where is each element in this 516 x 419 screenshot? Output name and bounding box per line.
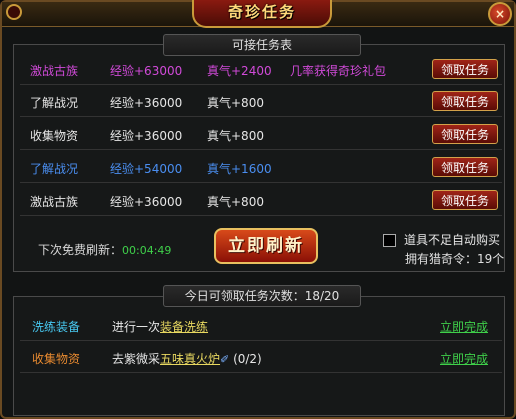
daily-task-name: 洗练装备 xyxy=(32,320,81,334)
daily-task-progress: (0/2) xyxy=(229,352,262,366)
free-refresh-timer: 下次免费刷新：00:04:49 xyxy=(38,241,171,258)
task-name: 激战古族 xyxy=(30,195,79,209)
accept-task-button[interactable]: 领取任务 xyxy=(432,190,498,210)
task-name: 收集物资 xyxy=(30,129,79,143)
free-refresh-label: 下次免费刷新： xyxy=(38,243,123,257)
autobuy-label: 道具不足自动购买 xyxy=(404,233,501,247)
task-name: 了解战况 xyxy=(30,162,79,176)
daily-task-desc-prefix: 进行一次 xyxy=(112,320,161,334)
daily-task-desc: 进行一次装备洗练 xyxy=(112,318,208,335)
daily-task-desc-prefix: 去紫微采 xyxy=(112,352,161,366)
task-row: 收集物资 经验+36000 真气+800 领取任务 xyxy=(20,120,502,150)
accept-task-button[interactable]: 领取任务 xyxy=(432,59,498,79)
task-row: 了解战况 经验+36000 真气+800 领取任务 xyxy=(20,87,502,117)
task-name: 激战古族 xyxy=(30,64,79,78)
title-bar: 奇珍任务 × xyxy=(2,0,514,28)
task-exp-reward: 经验+36000 xyxy=(110,129,183,143)
daily-task-name: 收集物资 xyxy=(32,352,81,366)
task-exp-reward: 经验+54000 xyxy=(110,162,183,176)
daily-task-row: 收集物资 去紫微采五味真火炉✐ (0/2) 立即完成 xyxy=(20,343,502,373)
accept-task-button[interactable]: 领取任务 xyxy=(432,91,498,111)
daily-task-header: 今日可领取任务次数：18/20 xyxy=(163,285,361,307)
task-exp-reward: 经验+63000 xyxy=(110,64,183,78)
task-qi-reward: 真气+800 xyxy=(207,96,264,110)
free-refresh-countdown: 00:04:49 xyxy=(122,244,172,257)
task-qi-reward: 真气+1600 xyxy=(207,162,272,176)
task-extra-reward: 几率获得奇珍礼包 xyxy=(290,64,387,78)
owned-token-count: 拥有猎奇令：19个 xyxy=(405,252,505,266)
daily-task-target-link[interactable]: 装备洗练 xyxy=(160,320,208,334)
daily-task-target-link[interactable]: 五味真火炉 xyxy=(160,352,220,366)
ornament-icon xyxy=(6,4,22,20)
task-exp-reward: 经验+36000 xyxy=(110,96,183,110)
task-exp-reward: 经验+36000 xyxy=(110,195,183,209)
task-qi-reward: 真气+2400 xyxy=(207,64,272,78)
accept-task-button[interactable]: 领取任务 xyxy=(432,124,498,144)
task-name: 了解战况 xyxy=(30,96,79,110)
accept-task-button[interactable]: 领取任务 xyxy=(432,157,498,177)
scroll-icon[interactable]: ✐ xyxy=(220,353,229,366)
window-title: 奇珍任务 xyxy=(192,0,332,28)
task-qi-reward: 真气+800 xyxy=(207,195,264,209)
refresh-now-button[interactable]: 立即刷新 xyxy=(214,228,318,264)
task-table-header: 可接任务表 xyxy=(163,34,361,56)
autobuy-checkbox[interactable] xyxy=(383,234,396,247)
task-row: 激战古族 经验+63000 真气+2400 几率获得奇珍礼包 领取任务 xyxy=(20,55,502,85)
task-row: 激战古族 经验+36000 真气+800 领取任务 xyxy=(20,186,502,216)
close-button[interactable]: × xyxy=(488,2,512,26)
complete-now-link[interactable]: 立即完成 xyxy=(440,350,488,367)
autobuy-option[interactable]: 道具不足自动购买 xyxy=(383,231,500,248)
complete-now-link[interactable]: 立即完成 xyxy=(440,318,488,335)
task-row: 了解战况 经验+54000 真气+1600 领取任务 xyxy=(20,153,502,183)
daily-task-row: 洗练装备 进行一次装备洗练 立即完成 xyxy=(20,311,502,341)
daily-task-desc: 去紫微采五味真火炉✐ (0/2) xyxy=(112,350,262,367)
task-qi-reward: 真气+800 xyxy=(207,129,264,143)
